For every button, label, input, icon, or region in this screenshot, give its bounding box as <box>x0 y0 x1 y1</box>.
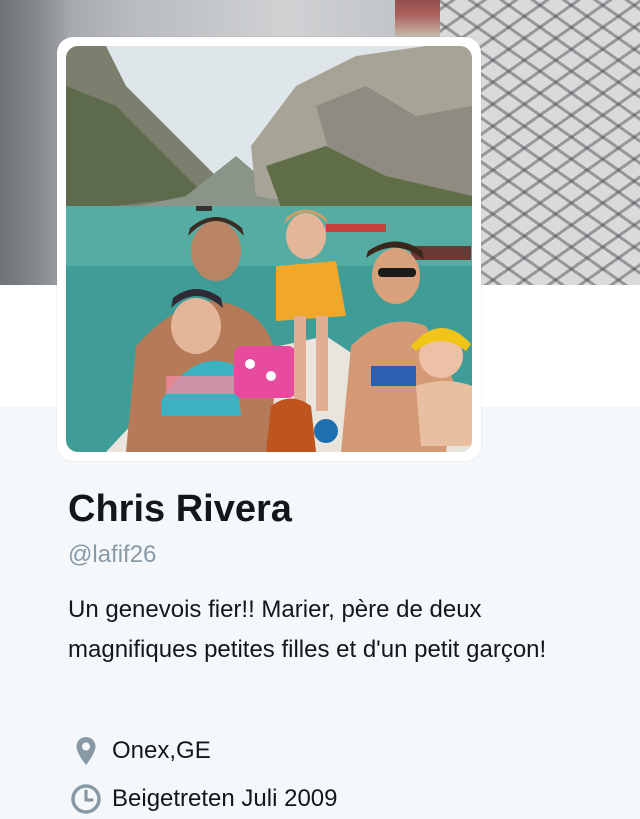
avatar-photo <box>66 46 472 452</box>
map-pin-icon <box>68 733 104 769</box>
profile-bio: Un genevois fier!! Marier, père de deux … <box>68 596 547 663</box>
profile-joined-date: Beigetreten Juli 2009 <box>68 781 338 817</box>
calendar-clock-icon <box>68 781 104 817</box>
profile-location: Onex,GE <box>68 733 211 769</box>
profile-name[interactable]: Chris Rivera <box>68 488 292 531</box>
profile-joined-text: Beigetreten Juli 2009 <box>112 785 338 812</box>
profile-location-text: Onex,GE <box>112 737 211 764</box>
avatar-photo-illustration <box>66 46 472 452</box>
profile-avatar[interactable] <box>57 37 481 461</box>
profile-handle[interactable]: @lafif26 <box>68 541 156 569</box>
